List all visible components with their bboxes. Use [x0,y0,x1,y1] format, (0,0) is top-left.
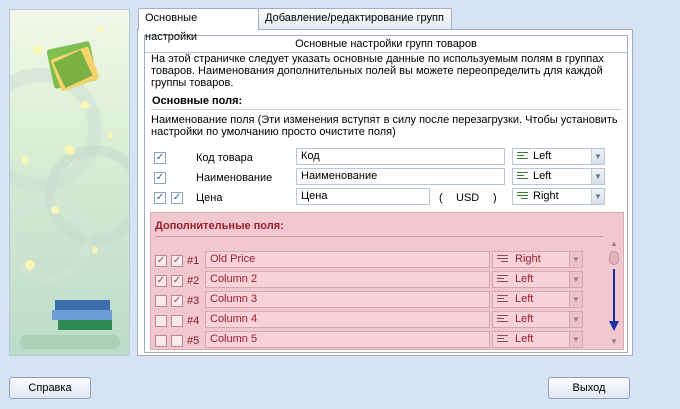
extra-row-input[interactable]: Column 4 [205,311,490,328]
extra-row-input[interactable]: Column 3 [205,291,490,308]
extra-row-input[interactable]: Old Price [205,251,490,268]
price-field-label: Цена [196,192,223,204]
extra-row-enabled-checkbox[interactable]: ✓ [171,255,183,267]
extra-row-number: #5 [187,335,200,347]
align-right-icon [497,255,508,265]
name-visible-checkbox[interactable]: ✓ [154,172,166,184]
chevron-down-icon[interactable]: ▼ [569,272,582,287]
description-text: На этой страничке следует указать основн… [151,53,604,89]
divider [155,236,603,237]
code-visible-checkbox[interactable]: ✓ [154,152,166,164]
price-align-select[interactable]: Right ▼ [512,188,605,205]
currency-open-paren: ( [439,192,443,204]
name-field-input[interactable]: Наименование [296,168,505,185]
chevron-down-icon[interactable]: ▼ [569,332,582,347]
extra-row-visible-checkbox[interactable] [155,295,167,307]
extra-row-input[interactable]: Column 5 [205,331,490,348]
align-left-icon [517,172,528,182]
extra-row-visible-checkbox[interactable] [155,315,167,327]
chevron-down-icon[interactable]: ▼ [591,169,604,184]
scroll-thumb[interactable] [609,251,619,265]
price-field-input[interactable]: Цена [296,188,430,205]
tab-add-edit-groups[interactable]: Добавление/редактирование групп [258,8,452,29]
extra-row-enabled-checkbox[interactable] [171,335,183,347]
extra-row-number: #1 [187,255,200,267]
settings-panel: Основные настройки групп товаров На этой… [137,29,633,356]
wizard-side-image [9,9,130,356]
align-left-icon [497,295,508,305]
align-left-icon [497,315,508,325]
scroll-down-icon[interactable]: ▼ [608,337,620,347]
extra-row-align-select[interactable]: Left ▼ [492,291,583,308]
extra-row-visible-checkbox[interactable]: ✓ [155,275,167,287]
align-left-icon [517,152,528,162]
page-title: Основные настройки групп товаров [295,38,477,50]
extra-row-input[interactable]: Column 2 [205,271,490,288]
exit-button[interactable]: Выход [548,377,630,399]
main-fields-title: Основные поля: [152,95,243,107]
align-right-icon [517,192,528,202]
extra-row-align-select[interactable]: Left ▼ [492,331,583,348]
extra-fields-title: Дополнительные поля: [155,220,284,232]
code-field-input[interactable]: Код [296,148,505,165]
scroll-up-icon[interactable]: ▲ [608,239,620,249]
code-align-select[interactable]: Left ▼ [512,148,605,165]
align-left-icon [497,335,508,345]
extra-row-number: #3 [187,295,200,307]
extra-row-number: #2 [187,275,200,287]
extra-fields-scrollbar[interactable]: ▲ ▼ [608,239,620,347]
extra-row-enabled-checkbox[interactable]: ✓ [171,275,183,287]
code-field-label: Код товара [196,152,253,164]
price-visible-checkbox[interactable]: ✓ [154,192,166,204]
chevron-down-icon[interactable]: ▼ [569,312,582,327]
chevron-down-icon[interactable]: ▼ [591,189,604,204]
currency-close-paren: ) [493,192,497,204]
settings-group-box: Основные настройки групп товаров На этой… [144,35,628,353]
name-field-label: Наименование [196,172,273,184]
chevron-down-icon[interactable]: ▼ [569,292,582,307]
align-left-icon [497,275,508,285]
extra-row-align-select[interactable]: Left ▼ [492,311,583,328]
tab-main-settings[interactable]: Основные настройки [138,8,259,43]
extra-fields-panel: Дополнительные поля: ✓ ✓ #1 Old Price Ri… [150,212,624,350]
chevron-down-icon[interactable]: ▼ [569,252,582,267]
chevron-down-icon[interactable]: ▼ [591,149,604,164]
currency-label: USD [456,192,480,204]
name-align-select[interactable]: Left ▼ [512,168,605,185]
extra-row-number: #4 [187,315,200,327]
price-enabled-checkbox[interactable]: ✓ [171,192,183,204]
extra-row-enabled-checkbox[interactable]: ✓ [171,295,183,307]
decorative-illustration [10,27,129,349]
extra-row-enabled-checkbox[interactable] [171,315,183,327]
divider [151,109,621,110]
folder-icon [46,41,100,92]
extra-row-visible-checkbox[interactable] [155,335,167,347]
books-icon [52,300,112,330]
extra-row-visible-checkbox[interactable]: ✓ [155,255,167,267]
main-fields-note: Наименование поля (Эти изменения вступят… [151,114,618,138]
down-arrow-icon [609,269,619,331]
extra-row-align-select[interactable]: Right ▼ [492,251,583,268]
help-button[interactable]: Справка [9,377,91,399]
extra-row-align-select[interactable]: Left ▼ [492,271,583,288]
